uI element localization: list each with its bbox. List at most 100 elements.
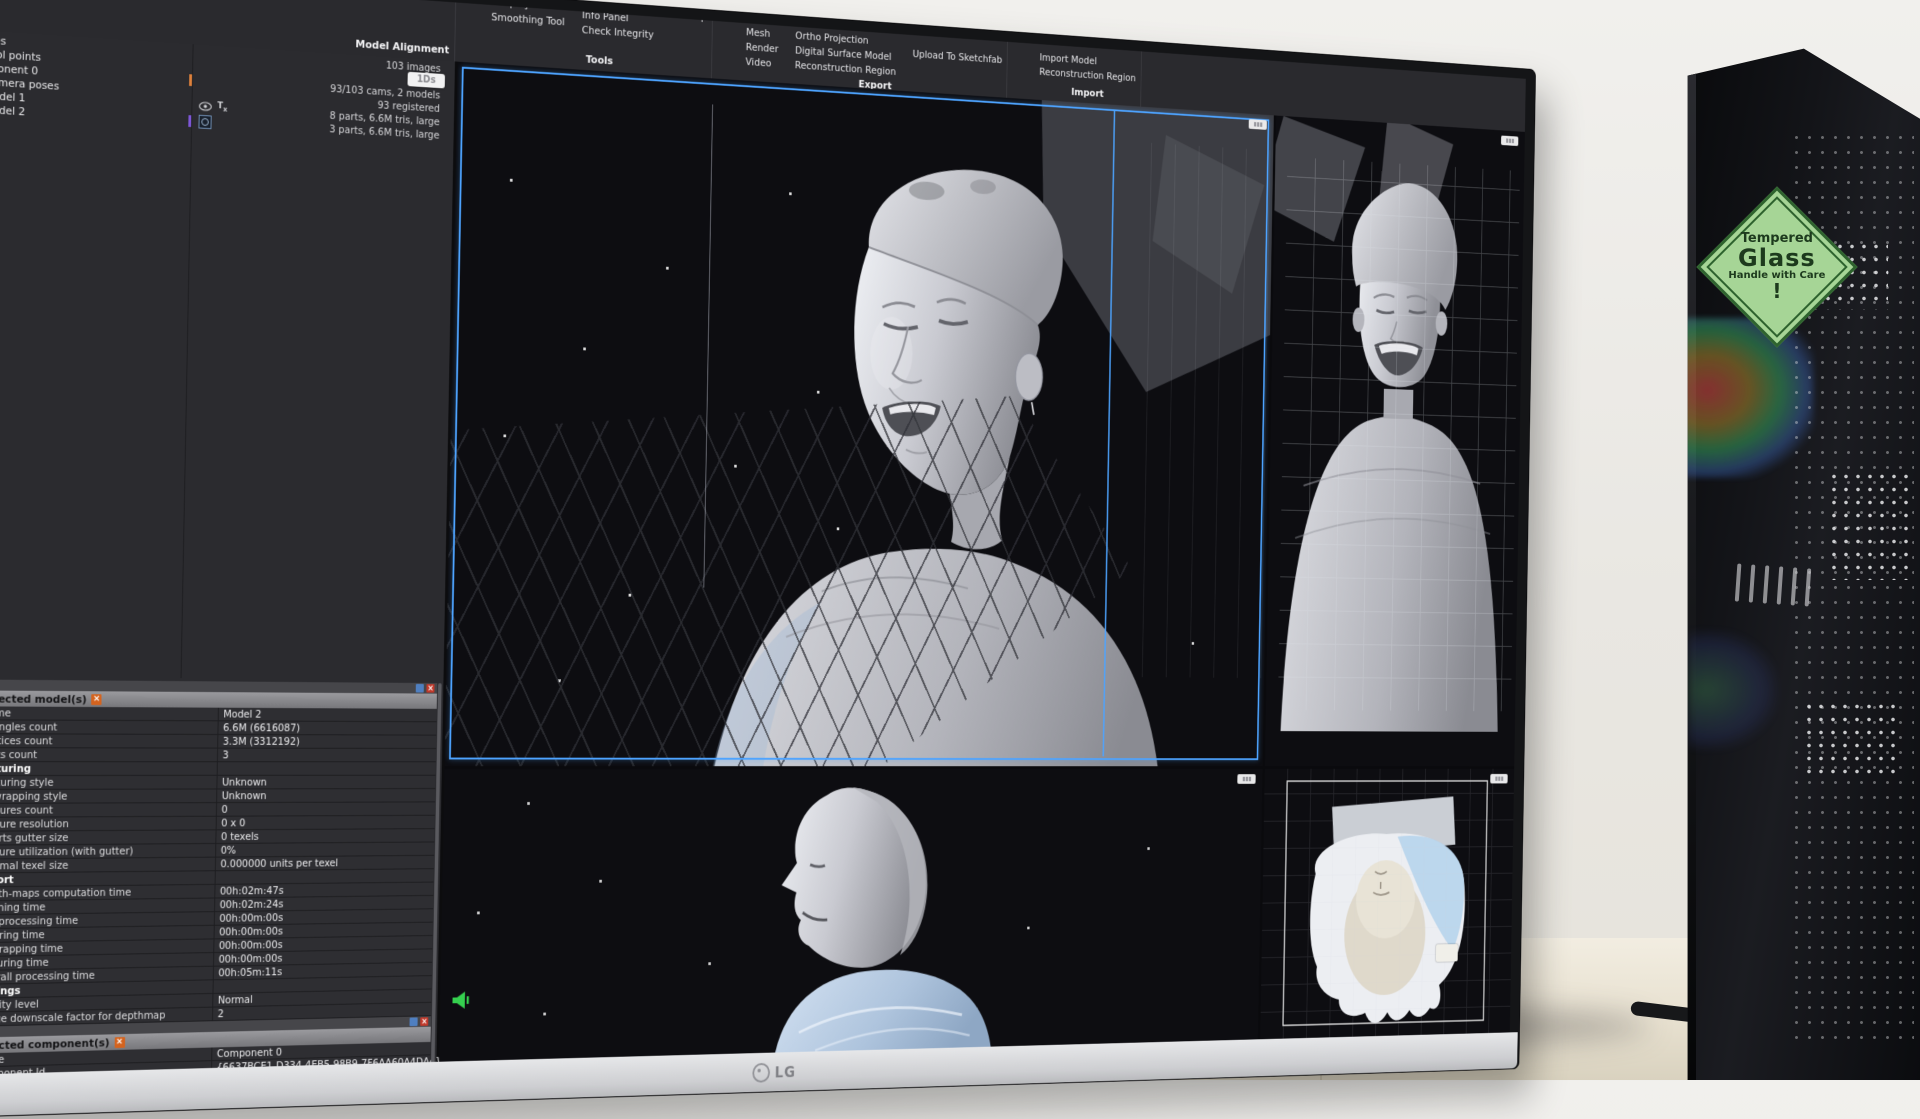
property-value: 6.6M (6616087): [218, 722, 300, 734]
property-group-label: Texturing: [0, 763, 31, 775]
property-value: Unknown: [217, 790, 267, 802]
head-model-profile[interactable]: [773, 787, 996, 1061]
viewport-badge[interactable]: [1249, 119, 1267, 130]
viewport-3d-main[interactable]: [445, 62, 1274, 767]
tree-item-label[interactable]: Model 1: [0, 89, 26, 104]
sticker-warning-mark: !: [1723, 281, 1831, 302]
ortho-grid: [1260, 769, 1514, 1039]
ribbon-item-unwrap[interactable]: Unwrap: [671, 9, 707, 24]
ribbon-group-model-alignment: Reset GroundModel Alignment: [350, 0, 457, 61]
property-label: Name: [0, 1053, 4, 1066]
energy-label-sticker: [1436, 944, 1458, 962]
ribbon-item-info-panel[interactable]: Info Panel: [582, 9, 654, 26]
eye-icon[interactable]: [199, 101, 212, 112]
property-value: 0: [217, 804, 228, 816]
property-value: 0 x 0: [217, 817, 246, 829]
ribbon-item-smoothing-tool[interactable]: Smoothing Tool: [491, 11, 565, 28]
tree-column-divider[interactable]: [181, 44, 194, 678]
ribbon-item-reset-ground[interactable]: Reset Ground: [356, 0, 423, 3]
lg-logo-icon: [752, 1062, 770, 1082]
panel-close-icon[interactable]: ×: [426, 684, 434, 693]
sticker-line2: Glass: [1723, 245, 1831, 270]
property-value: Normal: [213, 994, 253, 1007]
model-icon[interactable]: [198, 115, 211, 129]
property-label: Name: [0, 707, 11, 719]
unit-badge[interactable]: 1Ds: [407, 72, 445, 89]
model-row-parts-count[interactable]: Parts count3: [0, 748, 436, 762]
property-label: Triangles count: [0, 721, 57, 733]
property-label: −Settings: [0, 985, 21, 998]
case-perforation: [1803, 700, 1898, 780]
model-row-vertices-count[interactable]: Vertices count3.3M (3312192): [0, 734, 436, 749]
lg-logo-text: LG: [775, 1063, 796, 1081]
clear-selection-icon[interactable]: ×: [91, 694, 102, 705]
property-label: Textures count: [0, 804, 53, 816]
property-label: Charts gutter size: [0, 832, 68, 845]
property-value: 0%: [216, 844, 236, 856]
viewport-badge[interactable]: [1237, 774, 1255, 784]
property-value: 00h:00m:00s: [214, 952, 283, 965]
case-vents: [1735, 563, 1811, 606]
property-value: 00h:00m:00s: [214, 925, 283, 938]
ortho-grid: [1278, 157, 1520, 712]
tempered-glass-sticker: Tempered Glass Handle with Care !: [1702, 192, 1852, 342]
viewport-3d-right[interactable]: [1265, 116, 1525, 767]
property-label: Coloring time: [0, 929, 45, 942]
viewport-badge[interactable]: [1490, 774, 1507, 783]
viewport-3d-bottom[interactable]: [439, 769, 1263, 1062]
ribbon-group-import: Import ModelReconstruction RegionImport: [1034, 35, 1142, 107]
property-value: 0 texels: [216, 831, 259, 843]
case-perforation: [1828, 470, 1908, 580]
property-value: 00h:02m:24s: [215, 898, 284, 911]
texture-icon[interactable]: Tx: [217, 101, 227, 113]
property-label: Unwrapping time: [0, 942, 63, 956]
property-label: −Texturing: [0, 763, 31, 775]
ribbon-item-check-integrity[interactable]: Check Integrity: [582, 24, 654, 41]
panel-dock-icon[interactable]: [416, 684, 424, 693]
model-row-icons[interactable]: Tx: [199, 100, 228, 113]
property-label: Parts count: [0, 749, 37, 761]
property-label: Optimal texel size: [0, 859, 68, 872]
property-label: Texturing style: [0, 776, 54, 788]
property-label: Quality level: [0, 998, 39, 1012]
panel-close-icon[interactable]: ×: [420, 1017, 428, 1026]
property-value: 00h:05m:11s: [214, 966, 283, 979]
property-label: Postprocessing time: [0, 914, 78, 928]
property-value: Component 0: [212, 1046, 282, 1059]
ribbon-item-mesh[interactable]: Mesh: [746, 26, 779, 40]
tree-marker-orange: [189, 74, 192, 86]
panel-dock-icon[interactable]: [409, 1017, 417, 1026]
ribbon-item-upload-to-sketchfab[interactable]: Upload To Sketchfab: [912, 48, 1002, 66]
properties-panel: × − Selected model(s) × NameModel 2Trian…: [0, 679, 437, 1076]
monitor: Reset GroundModel AlignmentSimplify Tool…: [0, 0, 1536, 1119]
property-label: Meshing time: [0, 901, 46, 914]
screen: Reset GroundModel AlignmentSimplify Tool…: [0, 0, 1526, 1076]
reconstruction-region-box[interactable]: [449, 67, 1269, 760]
pc-case-edge: [1686, 70, 1696, 1080]
property-value: 00h:02m:47s: [215, 885, 284, 897]
property-label: Vertices count: [0, 735, 52, 747]
model-row-triangles-count[interactable]: Triangles count 6.6M (6616087): [0, 720, 436, 735]
model-row-texturing-style[interactable]: Texturing style Unknown: [0, 776, 435, 790]
property-group-label: Report: [0, 874, 14, 886]
property-label: Unwrapping style: [0, 790, 67, 802]
scene-panel: +Images103 images+Control pointsempty-Co…: [0, 27, 458, 1076]
tree-item-label[interactable]: Model 2: [0, 102, 25, 117]
model-row-texturing[interactable]: −Texturing: [0, 762, 436, 776]
viewport-ortho-top[interactable]: [1260, 769, 1514, 1039]
tree-item-label[interactable]: Images: [0, 32, 6, 47]
property-label: Texture utilization (with gutter): [0, 845, 133, 858]
property-label: Overall processing time: [0, 969, 95, 984]
property-value: Unknown: [217, 776, 267, 788]
property-label: −Report: [0, 874, 14, 887]
viewport-badge[interactable]: [1501, 136, 1518, 147]
property-value: 00h:00m:00s: [215, 912, 284, 925]
rgb-fan-glow: [1688, 630, 1778, 750]
property-label: Texture resolution: [0, 818, 69, 830]
ribbon-item-render[interactable]: Render: [746, 41, 779, 55]
console-speaker-icon[interactable]: [451, 990, 471, 1011]
property-value: 00h:00m:00s: [214, 939, 283, 952]
selected-model-title: Selected model(s): [0, 692, 87, 706]
property-label: Depth-maps computation time: [0, 886, 131, 900]
clear-selection-icon[interactable]: ×: [114, 1036, 125, 1047]
